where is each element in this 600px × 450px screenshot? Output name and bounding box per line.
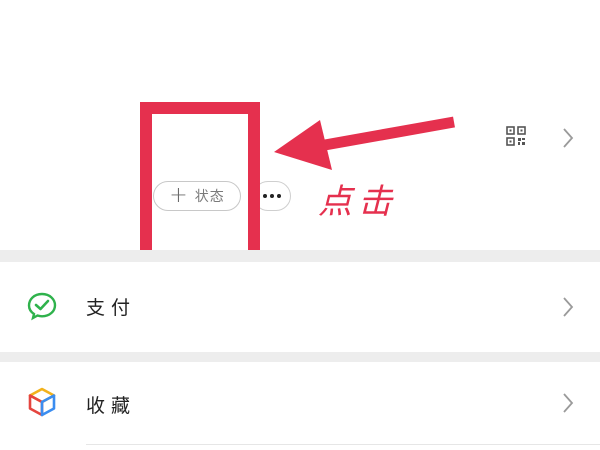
- ellipsis-icon: [270, 194, 274, 198]
- status-label: 状态: [194, 189, 225, 205]
- click-annotation-text: 点击: [318, 182, 398, 222]
- qr-code-icon[interactable]: [506, 126, 526, 146]
- ellipsis-icon: [277, 194, 281, 198]
- arrow-left-icon: [274, 116, 455, 170]
- favorites-cube-icon: [28, 387, 56, 417]
- chevron-right-icon: [563, 393, 574, 413]
- row-divider: [86, 444, 600, 445]
- ellipsis-icon: [263, 194, 267, 198]
- section-divider: [0, 250, 600, 262]
- wechat-pay-icon: [27, 292, 57, 321]
- menu-item-label: 收藏: [86, 395, 137, 417]
- more-button[interactable]: [253, 181, 291, 211]
- chevron-right-icon: [563, 297, 574, 317]
- add-status-button[interactable]: + 状态: [153, 181, 241, 211]
- menu-item-label: 支付: [86, 297, 137, 319]
- chevron-right-icon[interactable]: [562, 127, 574, 149]
- section-divider: [0, 352, 600, 362]
- plus-icon: +: [169, 183, 189, 208]
- menu-item-pay[interactable]: 支付: [0, 262, 600, 352]
- menu-item-favorites[interactable]: 收藏: [0, 362, 600, 444]
